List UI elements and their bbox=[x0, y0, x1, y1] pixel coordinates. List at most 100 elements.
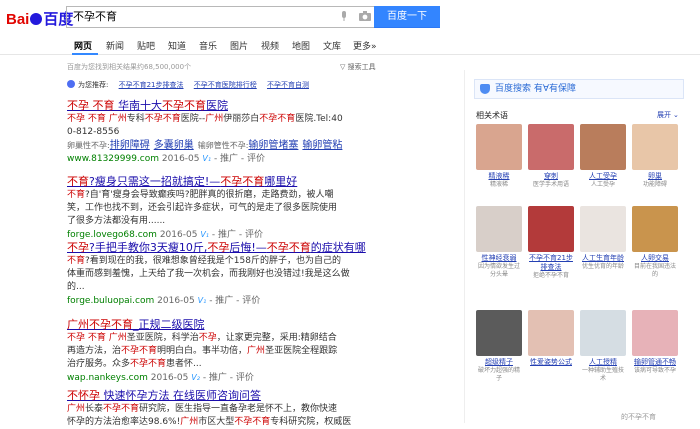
related-term-item[interactable]: 输卵管通不畅 该病可导致不孕 bbox=[632, 310, 678, 375]
result-title-part: 后悔!— bbox=[229, 241, 267, 254]
result-title-part: 的症状有哪 bbox=[310, 241, 366, 254]
baidu-logo[interactable]: Bai 百度 bbox=[6, 8, 73, 29]
related-term-image[interactable] bbox=[632, 124, 678, 170]
result-snippet-part: 圣亚医院全程跟踪 bbox=[265, 346, 338, 356]
result-snippet-line: 广州长泰不孕不育研究院，医生指导一直备孕老是怀不上，教你快速 bbox=[67, 403, 377, 416]
tab-tieba[interactable]: 贴吧 bbox=[137, 39, 155, 52]
tab-map[interactable]: 地图 bbox=[292, 39, 310, 52]
search-button[interactable]: 百度一下 bbox=[374, 6, 440, 28]
related-term-item[interactable]: 人工受孕 人工受孕 bbox=[580, 124, 626, 189]
related-term-image[interactable] bbox=[476, 124, 522, 170]
related-term-item[interactable]: 不孕不育21步排查法 拒绝不孕不育 bbox=[528, 206, 574, 280]
result-snippet-part: ?自'育'瘦身会导致癫疾吗?肥胖真的很折磨，走路费劲，被人嘲 bbox=[85, 190, 334, 200]
tab-more[interactable]: 更多» bbox=[353, 39, 377, 52]
result-title[interactable]: 广州不孕不育_正规二级医院 bbox=[67, 318, 377, 332]
related-term-item[interactable]: 穿刺 医学手术用语 bbox=[528, 124, 574, 189]
recommend-link[interactable]: 不孕不育自测 bbox=[267, 81, 309, 89]
related-term-desc: 人工受孕 bbox=[590, 181, 615, 188]
related-term-image[interactable] bbox=[632, 310, 678, 356]
result-extra[interactable]: - 推广 - 评价 bbox=[209, 296, 260, 306]
result-title[interactable]: 不孕 不育 华南十大不孕不育医院 bbox=[67, 99, 377, 113]
search-input[interactable]: 不孕不育 bbox=[66, 6, 374, 28]
search-tools-button[interactable]: ▽ 搜索工具 bbox=[340, 62, 376, 72]
related-term-label[interactable]: 超级精子 bbox=[476, 358, 522, 367]
recommend-link[interactable]: 不孕不育医院排行榜 bbox=[194, 81, 257, 89]
related-term-item[interactable]: 人工生育年龄 优生优育的年龄 bbox=[580, 206, 626, 271]
related-term-label[interactable]: 穿刺 bbox=[528, 172, 574, 181]
result-extra[interactable]: - 推广 - 评价 bbox=[203, 373, 254, 383]
related-term-item[interactable]: 超级精子 破坏力超强的精子 bbox=[476, 310, 522, 383]
expand-button[interactable]: 展开 ⌄ bbox=[657, 110, 679, 120]
related-terms-title: 相关术语 bbox=[476, 111, 508, 120]
result-extra[interactable]: - 推广 - 评价 bbox=[212, 230, 263, 240]
related-term-image[interactable] bbox=[580, 310, 626, 356]
result-snippet-part: 医院.Tel:40 bbox=[295, 114, 343, 124]
related-term-item[interactable]: 性爱姿势公式 bbox=[528, 310, 574, 367]
camera-icon[interactable] bbox=[359, 11, 371, 21]
result-title[interactable]: 不怀孕 快速怀孕方法 在线医师咨询问答 bbox=[67, 389, 377, 403]
result-snippet-line: 不孕 不育 广州圣亚医院，科学治不孕，让家更完整，采用:精卵结合 bbox=[67, 332, 377, 345]
result-date: 2016-05 bbox=[159, 230, 198, 240]
result-snippet-part: 广州 bbox=[67, 404, 86, 414]
related-term-item[interactable]: 卵巢 功能障碍 bbox=[632, 124, 678, 189]
tab-zhidao[interactable]: 知道 bbox=[168, 39, 186, 52]
result-title[interactable]: 不孕?手把手教你3天瘦10斤,不孕后悔!—不孕不育的症状有哪 bbox=[67, 241, 377, 255]
tab-wenku[interactable]: 文库 bbox=[323, 39, 341, 52]
sublink[interactable]: 排卵障碍 bbox=[110, 140, 150, 151]
result-url: forge.buluopai.com bbox=[67, 296, 155, 306]
related-term-item[interactable]: 人工授精 一种辅助生殖技术 bbox=[580, 310, 626, 383]
related-term-image[interactable] bbox=[528, 124, 574, 170]
related-term-label[interactable]: 不孕不育21步排查法 bbox=[528, 254, 574, 272]
baozhang-banner[interactable]: 百度搜索 有∀有保障 bbox=[474, 79, 684, 99]
related-term-image[interactable] bbox=[632, 206, 678, 252]
related-term-label[interactable]: 人工授精 bbox=[580, 358, 626, 367]
result-url-line: wap.nankeys.com 2016-05 V₂ - 推广 - 评价 bbox=[67, 371, 377, 385]
top-bar: Bai 百度 不孕不育 百度一下 bbox=[0, 0, 700, 33]
related-term-item[interactable]: 人卵交易 目前在我国违法的 bbox=[632, 206, 678, 279]
result-title-part: 医院 bbox=[206, 99, 228, 112]
related-term-item[interactable]: 性神经衰弱 因为情欲发生过分头晕 bbox=[476, 206, 522, 279]
tab-web[interactable]: 网页 bbox=[74, 39, 92, 52]
shield-icon bbox=[480, 84, 490, 94]
sublink[interactable]: 输卵管粘 bbox=[302, 140, 342, 151]
sublink[interactable]: 输卵管堵塞 bbox=[248, 140, 298, 151]
related-term-label[interactable]: 性神经衰弱 bbox=[476, 254, 522, 263]
sublink[interactable]: 多囊卵巢 bbox=[154, 140, 194, 151]
related-term-label[interactable]: 性爱姿势公式 bbox=[528, 358, 574, 367]
related-term-image[interactable] bbox=[476, 310, 522, 356]
tab-news[interactable]: 新闻 bbox=[106, 39, 124, 52]
result-snippet-part: 患者怀... bbox=[166, 359, 202, 369]
result-url: forge.lovego68.com bbox=[67, 230, 157, 240]
tab-images[interactable]: 图片 bbox=[230, 39, 248, 52]
related-term-label[interactable]: 人工受孕 bbox=[580, 172, 626, 181]
related-term-image[interactable] bbox=[528, 206, 574, 252]
tab-video[interactable]: 视频 bbox=[261, 39, 279, 52]
microphone-icon[interactable] bbox=[340, 11, 348, 21]
logo-text-bai: Bai bbox=[6, 11, 30, 28]
result-snippet-part: 不育 bbox=[67, 256, 86, 266]
related-term-desc: 精液稀 bbox=[489, 181, 508, 188]
related-term-image[interactable] bbox=[528, 310, 574, 356]
related-term-label[interactable]: 输卵管通不畅 bbox=[632, 358, 678, 367]
related-term-label[interactable]: 人卵交易 bbox=[632, 254, 678, 263]
related-term-label[interactable]: 卵巢 bbox=[632, 172, 678, 181]
tab-music[interactable]: 音乐 bbox=[199, 39, 217, 52]
chevron-down-icon: ⌄ bbox=[673, 111, 679, 119]
result-snippet-part: 怀孕的方法治愈率达98.6%! bbox=[67, 417, 181, 427]
result-snippet-part: ，让家更完整，采用:精卵结合 bbox=[216, 333, 337, 343]
result-title-part: ?瘦身只需这一招就搞定!— bbox=[89, 175, 221, 188]
recommend-link[interactable]: 不孕不育21步排查法 bbox=[119, 81, 184, 89]
sublink-label: 输卵管性不孕: bbox=[197, 141, 249, 150]
result-snippet-part: 治疗服务。众多 bbox=[67, 359, 131, 369]
result-title[interactable]: 不育?瘦身只需这一招就搞定!—不孕不育哪里好 bbox=[67, 175, 377, 189]
related-term-image[interactable] bbox=[580, 206, 626, 252]
related-term-image[interactable] bbox=[580, 124, 626, 170]
result-snippet-part: 市区大型 bbox=[198, 417, 235, 427]
result-snippet-part: 笑，工作也找不到，还会引起许多症状，可气的是走了很多医院使用 bbox=[67, 203, 338, 213]
related-term-label[interactable]: 人工生育年龄 bbox=[580, 254, 626, 263]
related-term-label[interactable]: 精液稀 bbox=[476, 172, 522, 181]
result-url-line: forge.lovego68.com 2016-05 V₁ - 推广 - 评价 bbox=[67, 228, 377, 242]
related-term-item[interactable]: 精液稀 精液稀 bbox=[476, 124, 522, 189]
related-term-image[interactable] bbox=[476, 206, 522, 252]
result-extra[interactable]: - 推广 - 评价 bbox=[214, 154, 265, 164]
